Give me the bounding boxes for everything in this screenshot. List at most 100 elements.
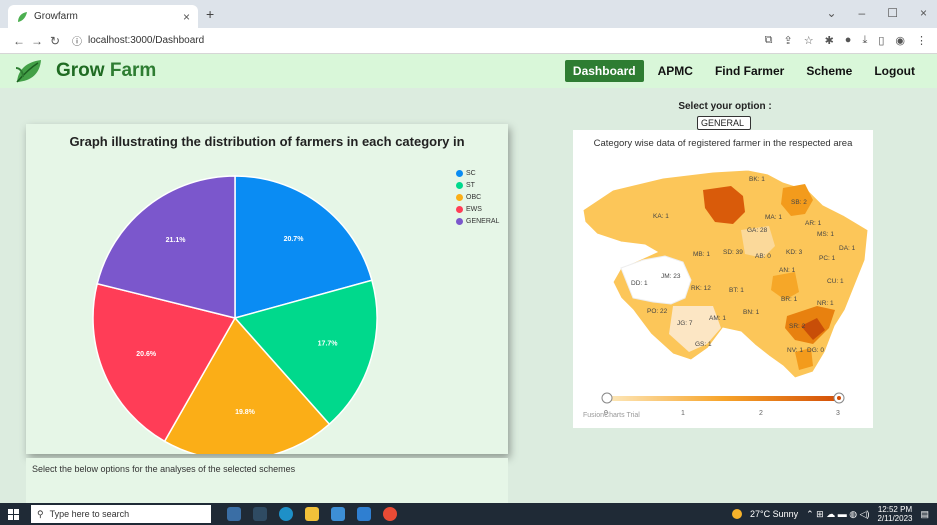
more-menu-icon[interactable]: ⋮ [916, 34, 927, 47]
mail-icon[interactable] [331, 507, 345, 521]
legend-item-sc[interactable]: SC [456, 170, 499, 177]
search-icon: ⚲ [37, 508, 44, 519]
install-app-icon[interactable]: ⧉ [765, 34, 773, 47]
main-menu: Dashboard APMC Find Farmer Scheme Logout [564, 60, 923, 82]
brand-name[interactable]: Grow Farm [56, 60, 156, 82]
slider-tick: 3 [836, 410, 840, 417]
pie-slice-label: 19.8% [235, 409, 256, 416]
pie-chart: 20.7% 17.7% 19.8% 20.6% 21.1% [92, 175, 378, 454]
region-label: NV: 1 [787, 347, 803, 354]
window-controls: ⌄ – ☐ × [826, 6, 927, 20]
share-icon[interactable]: ⇪ [783, 34, 792, 47]
side-panel-icon[interactable]: ▯ [878, 34, 884, 47]
region-label: GS: 1 [695, 341, 712, 348]
new-tab-button[interactable]: + [206, 6, 214, 22]
region-label: SB: 2 [791, 199, 807, 206]
region-label: JM: 23 [661, 273, 681, 280]
legend-item-ews[interactable]: EWS [456, 206, 499, 213]
url-text: localhost:3000/Dashboard [88, 35, 205, 46]
legend-item-general[interactable]: GENERAL [456, 218, 499, 225]
url-field[interactable]: ⓘ localhost:3000/Dashboard [72, 33, 204, 48]
taskbar-search[interactable]: ⚲ Type here to search [31, 505, 211, 523]
widgets-icon[interactable] [253, 507, 267, 521]
watermark-text: FusionCharts Trial [583, 412, 640, 419]
nav-find-farmer[interactable]: Find Farmer [707, 60, 792, 82]
region-label: AM: 1 [709, 315, 726, 322]
region-label: RK: 12 [691, 285, 711, 292]
extensions-icon[interactable]: ✱ [825, 34, 834, 47]
region-label: MB: 1 [693, 251, 710, 258]
nav-dashboard[interactable]: Dashboard [564, 60, 644, 82]
vscode-icon[interactable] [357, 507, 371, 521]
region-label: NR: 1 [817, 300, 834, 307]
legend-label: SC [466, 170, 476, 177]
bookmark-star-icon[interactable]: ☆ [804, 34, 814, 47]
notification-icon[interactable]: ▤ [920, 509, 929, 520]
region-label: AB: 0 [755, 253, 771, 260]
forward-arrow-icon[interactable]: → [28, 34, 46, 48]
region-label: JG: 7 [677, 320, 693, 327]
file-explorer-icon[interactable] [305, 507, 319, 521]
app-navbar: Grow Farm Dashboard APMC Find Farmer Sch… [0, 54, 937, 88]
brand-second: Farm [109, 60, 157, 81]
chevron-down-icon[interactable]: ⌄ [826, 6, 836, 20]
download-icon[interactable]: ⤓ [862, 34, 867, 47]
windows-start-icon[interactable] [8, 508, 19, 520]
legend-dot-icon [456, 218, 463, 225]
region-label: GA: 28 [747, 227, 768, 234]
slider-tick: 2 [759, 410, 763, 417]
region-label: BR: 1 [781, 296, 798, 303]
region-label: SR: 2 [789, 323, 806, 330]
account-icon[interactable]: ◉ [895, 34, 905, 47]
maximize-button[interactable]: ☐ [887, 6, 898, 20]
back-arrow-icon[interactable]: ← [10, 34, 28, 48]
close-window-button[interactable]: × [920, 6, 927, 20]
pie-slice-label: 21.1% [166, 237, 187, 244]
nav-apmc[interactable]: APMC [650, 60, 701, 82]
tray-icons[interactable]: ⌃ ⊞ ☁ ▬ ◍ ◁) [806, 509, 869, 520]
system-tray: 27°C Sunny ⌃ ⊞ ☁ ▬ ◍ ◁) 12:52 PM 2/11/20… [731, 505, 929, 523]
taskbar-apps [227, 507, 397, 521]
taskbar-clock[interactable]: 12:52 PM 2/11/2023 [877, 505, 912, 523]
scheme-analysis-hint: Select the below options for the analyse… [32, 464, 296, 474]
clock-date: 2/11/2023 [877, 514, 913, 523]
region-label: MA: 1 [765, 214, 782, 221]
weather-sun-icon [731, 509, 742, 519]
region-label: BN: 1 [743, 309, 760, 316]
profile-icon[interactable]: ● [845, 34, 852, 47]
windows-taskbar: ⚲ Type here to search 27°C Sunny ⌃ ⊞ ☁ ▬… [0, 503, 937, 525]
map-title: Category wise data of registered farmer … [593, 138, 853, 149]
reload-icon[interactable]: ↻ [46, 34, 64, 48]
region-label: DA: 1 [839, 245, 856, 252]
region-label: BK: 1 [749, 176, 765, 183]
task-view-icon[interactable] [227, 507, 241, 521]
growfarm-favicon-icon [18, 11, 27, 22]
region-label: PO: 22 [647, 308, 668, 315]
legend-dot-icon [456, 182, 463, 189]
nav-scheme[interactable]: Scheme [798, 60, 860, 82]
weather-text[interactable]: 27°C Sunny [750, 509, 798, 519]
legend-dot-icon [456, 170, 463, 177]
legend-item-st[interactable]: ST [456, 182, 499, 189]
minimize-button[interactable]: – [859, 6, 866, 20]
region-label: DD: 1 [631, 280, 648, 287]
edge-icon[interactable] [279, 507, 293, 521]
legend-label: OBC [466, 194, 482, 201]
nav-logout[interactable]: Logout [866, 60, 923, 82]
legend-label: GENERAL [466, 218, 500, 225]
region-label: MS: 1 [817, 231, 834, 238]
legend-label: ST [466, 182, 475, 189]
gujarat-choropleth-map: BK: 1 KA: 1 SB: 2 MA: 1 AR: 1 GA: 28 MS:… [582, 169, 869, 417]
category-select[interactable]: GENERAL ⌄ [697, 116, 751, 140]
region-label: BT: 1 [729, 287, 744, 294]
leaf-logo-icon [15, 60, 41, 83]
pie-slice-label: 20.6% [136, 351, 157, 358]
chrome-icon[interactable] [383, 507, 397, 521]
tab-close-icon[interactable]: × [183, 10, 190, 24]
range-slider-min-handle[interactable] [601, 392, 613, 404]
browser-tab[interactable]: Growfarm × [8, 5, 198, 28]
tab-title: Growfarm [34, 11, 78, 22]
legend-dot-icon [456, 194, 463, 201]
legend-item-obc[interactable]: OBC [456, 194, 499, 201]
region-label: CU: 1 [827, 278, 844, 285]
